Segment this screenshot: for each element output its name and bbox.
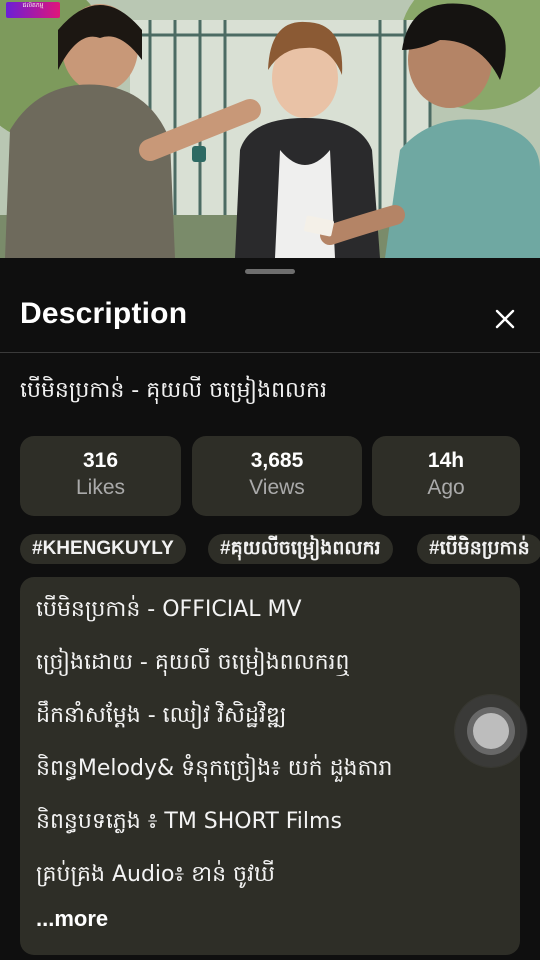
hashtag-chip[interactable]: #បើមិនប្រកាន់ — [417, 534, 540, 564]
description-line: បើមិនប្រកាន់ - OFFICIAL MV — [36, 597, 302, 622]
description-line: ដឹកនាំសម្ដែង - ឈៀវ វិសិដ្ឋវិឌ្ឍ — [36, 703, 287, 728]
show-more-link[interactable]: ...more — [36, 906, 108, 932]
age-stat: 14h Ago — [372, 436, 520, 516]
drag-handle[interactable] — [245, 269, 295, 274]
likes-label: Likes — [75, 476, 126, 499]
close-icon — [495, 309, 515, 329]
description-line: និពន្ធMelody& ទំនុកច្រៀង៖ យក់ ដួងតារា — [36, 756, 393, 781]
header-divider — [0, 352, 540, 353]
upload-age-label: Ago — [427, 476, 465, 499]
hashtag-chip[interactable]: #KHENGKUYLY — [20, 534, 186, 564]
description-body[interactable]: បើមិនប្រកាន់ - OFFICIAL MV ច្រៀងដោយ - គុ… — [20, 577, 520, 955]
views-count: 3,685 — [250, 449, 304, 472]
likes-stat: 316 Likes — [20, 436, 181, 516]
views-stat: 3,685 Views — [192, 436, 362, 516]
floating-action-button[interactable] — [455, 695, 527, 767]
floating-button-center — [473, 713, 509, 749]
hashtag-row: #KHENGKUYLY #គុយលីចម្រៀងពលករ #បើមិនប្រកា… — [20, 534, 540, 566]
hashtag-chip[interactable]: #គុយលីចម្រៀងពលករ — [208, 534, 393, 564]
description-line: ច្រៀងដោយ - គុយលី ចម្រៀងពលករឮ — [36, 650, 350, 675]
stats-row: 316 Likes 3,685 Views 14h Ago — [20, 436, 520, 516]
close-button[interactable] — [486, 300, 524, 338]
upload-age: 14h — [427, 449, 465, 472]
video-frame-illustration — [0, 0, 540, 258]
video-player[interactable]: ផលិតកម្ម — [0, 0, 540, 258]
views-label: Views — [249, 476, 305, 499]
panel-title: Description — [20, 297, 188, 330]
description-panel: Description បើមិនប្រកាន់ - គុយលី ចម្រៀងព… — [0, 258, 540, 960]
likes-count: 316 — [82, 449, 119, 472]
description-line: គ្រប់គ្រង Audio៖ ខាន់ ចូវឃី — [36, 862, 275, 887]
video-title: បើមិនប្រកាន់ - គុយលី ចម្រៀងពលករ — [20, 378, 327, 403]
description-line: និពន្ធបទភ្លេង ៖ TM SHORT Films — [36, 809, 342, 834]
channel-watermark-logo: ផលិតកម្ម — [6, 2, 60, 18]
